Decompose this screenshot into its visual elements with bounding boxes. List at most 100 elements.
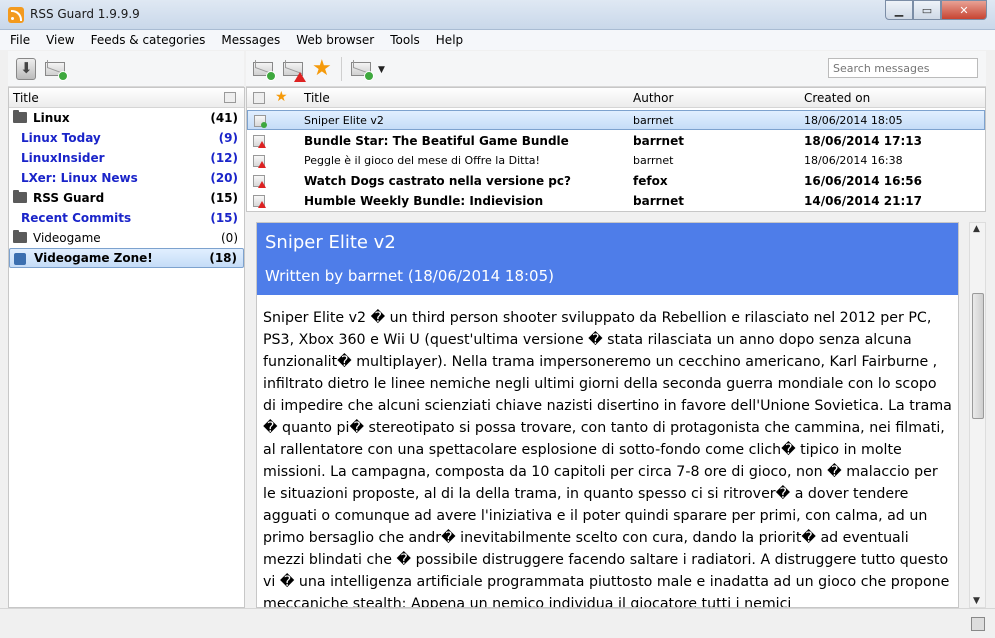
feeds-header[interactable]: Title	[9, 88, 244, 108]
message-author: barrnet	[633, 134, 684, 148]
message-date: 18/06/2014 17:13	[804, 134, 922, 148]
unread-column-icon	[224, 92, 236, 103]
message-row[interactable]: Bundle Star: The Beatiful Game Bundle ba…	[247, 131, 985, 151]
menu-tools[interactable]: Tools	[390, 33, 420, 47]
preview-byline: Written by barrnet (18/06/2014 18:05)	[265, 267, 554, 285]
message-author: barrnet	[633, 114, 674, 127]
feed-count: (41)	[210, 111, 238, 125]
message-preview: Sniper Elite v2 Written by barrnet (18/0…	[256, 222, 959, 608]
feed-label: RSS Guard	[33, 191, 105, 205]
chevron-down-icon[interactable]: ▼	[378, 65, 385, 75]
message-row[interactable]: Humble Weekly Bundle: Indievision barrne…	[247, 191, 985, 211]
unread-status-icon	[253, 175, 266, 188]
read-status-column-icon[interactable]	[253, 92, 265, 104]
feeds-toolbar	[8, 51, 244, 87]
category-videogame[interactable]: Videogame (0)	[9, 228, 244, 248]
preview-body: Sniper Elite v2 � un third person shoote…	[263, 310, 952, 608]
scroll-up-icon[interactable]: ▲	[973, 224, 980, 234]
feed-lxer[interactable]: LXer: Linux News (20)	[9, 168, 244, 188]
unread-status-icon	[253, 195, 266, 208]
message-date: 18/06/2014 18:05	[804, 114, 903, 127]
feed-count: (9)	[218, 131, 238, 145]
message-title: Watch Dogs castrato nella versione pc?	[304, 174, 571, 188]
message-date: 16/06/2014 16:56	[804, 174, 922, 188]
feed-label: Linux	[33, 111, 70, 125]
folder-icon	[13, 110, 27, 123]
column-title[interactable]: Title	[304, 91, 330, 105]
message-author: fefox	[633, 174, 668, 188]
close-button[interactable]: ✕	[941, 0, 987, 20]
feed-label: LXer: Linux News	[21, 171, 138, 185]
maximize-button[interactable]: ▭	[913, 0, 941, 20]
check-badge-icon	[266, 71, 276, 81]
scroll-down-icon[interactable]: ▼	[973, 596, 980, 606]
update-feeds-button[interactable]	[12, 56, 38, 82]
feed-videogame-zone[interactable]: Videogame Zone! (18)	[9, 248, 244, 268]
category-rss-guard[interactable]: RSS Guard (15)	[9, 188, 244, 208]
menu-bar: File View Feeds & categories Messages We…	[0, 30, 995, 50]
star-button[interactable]: ★	[310, 56, 336, 82]
status-bar	[0, 608, 995, 638]
menu-feeds-categories[interactable]: Feeds & categories	[91, 33, 206, 47]
feed-recent-commits[interactable]: Recent Commits (15)	[9, 208, 244, 228]
rss-app-icon	[8, 7, 24, 23]
message-row[interactable]: Sniper Elite v2 barrnet 18/06/2014 18:05	[247, 110, 985, 130]
feed-label: Recent Commits	[21, 211, 132, 225]
feed-count: (20)	[210, 171, 238, 185]
feed-label: LinuxInsider	[21, 151, 105, 165]
status-icon[interactable]	[971, 617, 985, 631]
feed-label: Linux Today	[21, 131, 101, 145]
menu-help[interactable]: Help	[436, 33, 463, 47]
check-badge-icon	[58, 71, 68, 81]
mark-unread-button[interactable]	[280, 56, 306, 82]
feed-icon	[14, 253, 26, 265]
message-title: Bundle Star: The Beatiful Game Bundle	[304, 134, 569, 148]
preview-title: Sniper Elite v2	[265, 232, 396, 253]
message-title: Sniper Elite v2	[304, 114, 384, 127]
unread-status-icon	[253, 135, 266, 148]
title-bar: RSS Guard 1.9.9.9 ▁ ▭ ✕	[0, 0, 995, 30]
star-column-icon[interactable]: ★	[275, 89, 288, 105]
messages-list: ★ Title Author Created on Sniper Elite v…	[246, 87, 986, 212]
message-title: Peggle è il gioco del mese di Offre la D…	[304, 154, 540, 167]
message-date: 18/06/2014 16:38	[804, 154, 903, 167]
feed-count: (15)	[210, 191, 238, 205]
menu-view[interactable]: View	[46, 33, 74, 47]
feed-linux-today[interactable]: Linux Today (9)	[9, 128, 244, 148]
mark-feeds-read-button[interactable]	[42, 56, 68, 82]
preview-header: Sniper Elite v2 Written by barrnet (18/0…	[257, 223, 958, 295]
message-row[interactable]: Watch Dogs castrato nella versione pc? f…	[247, 171, 985, 191]
messages-toolbar: ★ ▼	[246, 51, 986, 87]
menu-web-browser[interactable]: Web browser	[296, 33, 374, 47]
feed-count: (0)	[221, 231, 238, 245]
feed-count: (12)	[210, 151, 238, 165]
menu-messages[interactable]: Messages	[221, 33, 280, 47]
check-badge-icon	[364, 71, 374, 81]
update-feeds-icon	[16, 58, 36, 80]
column-author[interactable]: Author	[633, 91, 673, 105]
scrollbar-thumb[interactable]	[972, 293, 984, 419]
column-created-on[interactable]: Created on	[804, 91, 870, 105]
folder-icon	[13, 190, 27, 203]
category-linux[interactable]: Linux (41)	[9, 108, 244, 128]
toolbar-separator	[341, 57, 342, 81]
search-input[interactable]	[828, 58, 978, 78]
unread-badge-icon	[294, 72, 306, 82]
message-author: barrnet	[633, 154, 674, 167]
preview-scrollbar[interactable]: ▲ ▼	[969, 222, 986, 608]
feed-linuxinsider[interactable]: LinuxInsider (12)	[9, 148, 244, 168]
message-title: Humble Weekly Bundle: Indievision	[304, 194, 544, 208]
message-date: 14/06/2014 21:17	[804, 194, 922, 208]
message-author: barrnet	[633, 194, 684, 208]
window-controls: ▁ ▭ ✕	[885, 0, 987, 20]
menu-file[interactable]: File	[10, 33, 30, 47]
read-status-icon	[254, 115, 267, 128]
star-icon: ★	[312, 56, 332, 81]
feed-label: Videogame	[33, 231, 101, 245]
mark-read-button[interactable]	[250, 56, 276, 82]
minimize-button[interactable]: ▁	[885, 0, 913, 20]
folder-icon	[13, 230, 27, 243]
mark-read-dropdown-button[interactable]	[348, 56, 374, 82]
message-row[interactable]: Peggle è il gioco del mese di Offre la D…	[247, 151, 985, 171]
feeds-title-header: Title	[13, 90, 39, 105]
